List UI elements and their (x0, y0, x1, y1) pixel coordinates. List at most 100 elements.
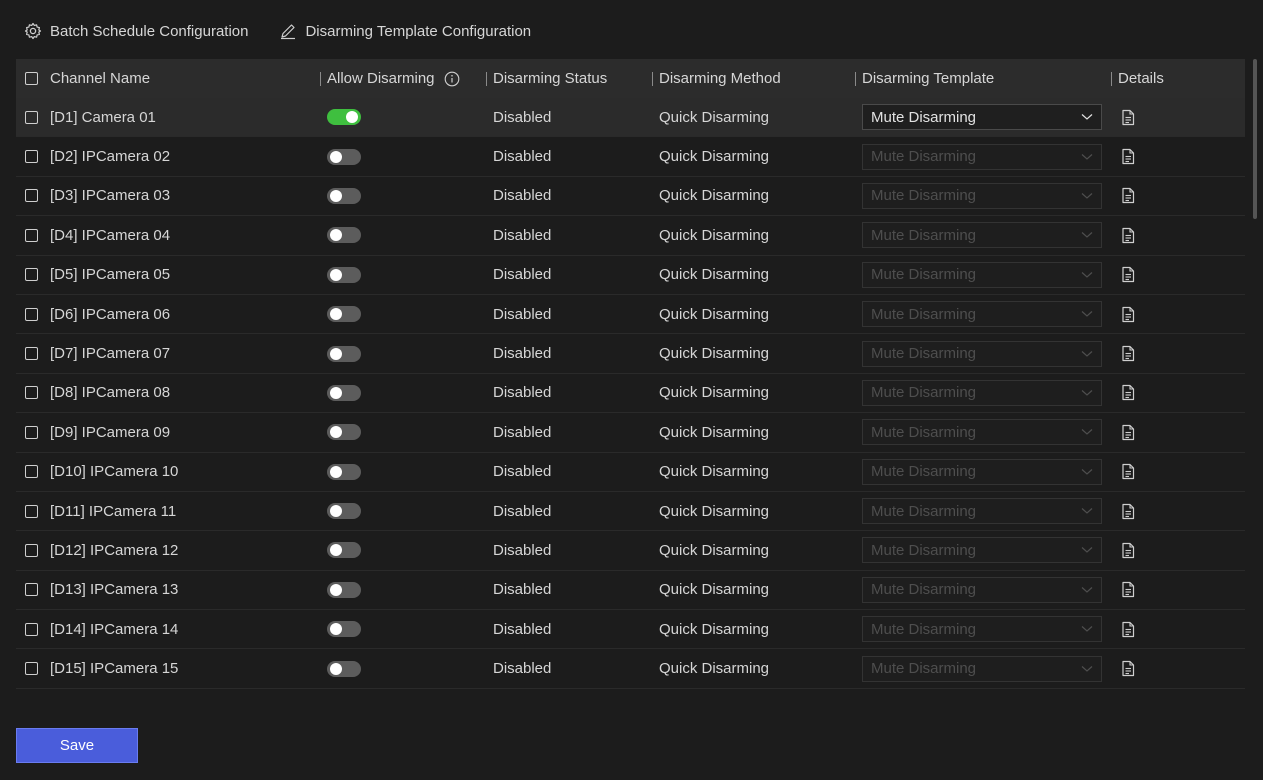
row-checkbox[interactable] (25, 504, 38, 518)
table-row[interactable]: [D8] IPCamera 08 Disabled Quick Disarming M… (16, 374, 1245, 414)
chevron-down-icon (1081, 153, 1093, 160)
row-checkbox[interactable] (25, 347, 38, 361)
chevron-down-icon (1081, 468, 1093, 475)
row-checkbox[interactable] (25, 465, 38, 479)
table-row[interactable]: [D3] IPCamera 03 Disabled Quick Disarming M… (16, 177, 1245, 217)
row-checkbox[interactable] (25, 425, 38, 439)
toggle-knob (330, 426, 342, 439)
allow-disarming-toggle[interactable] (327, 660, 361, 677)
channel-name: [D11] IPCamera 11 (50, 502, 177, 520)
disarming-template-select[interactable]: Mute Disarming (862, 104, 1102, 131)
details-icon[interactable] (1120, 345, 1136, 362)
channel-name: [D3] IPCamera 03 (50, 187, 171, 205)
allow-disarming-toggle[interactable] (327, 109, 361, 126)
channel-name: [D10] IPCamera 10 (50, 463, 179, 481)
channel-name: [D2] IPCamera 02 (50, 148, 171, 166)
table-row[interactable]: [D12] IPCamera 12 Disabled Quick Disarming… (16, 531, 1245, 571)
details-icon[interactable] (1120, 621, 1136, 638)
disarming-template-select: Mute Disarming (862, 340, 1102, 367)
chevron-down-icon (1081, 429, 1093, 436)
batch-schedule-configuration-button[interactable]: Batch Schedule Configuration (24, 22, 248, 40)
allow-disarming-toggle[interactable] (327, 503, 361, 520)
table-row[interactable]: [D15] IPCamera 15 Disabled Quick Disarming… (16, 649, 1245, 689)
toggle-knob (330, 623, 342, 636)
row-checkbox[interactable] (25, 622, 38, 636)
row-checkbox[interactable] (25, 150, 38, 164)
disarming-status: Disabled (493, 266, 552, 284)
header-details: Details (1118, 70, 1164, 87)
disarming-status: Disabled (493, 423, 552, 441)
row-checkbox[interactable] (25, 583, 38, 597)
row-checkbox[interactable] (25, 189, 38, 203)
details-icon[interactable] (1120, 581, 1136, 598)
table-row[interactable]: [D1] Camera 01 Disabled Quick Disarming Mut… (16, 98, 1245, 138)
chevron-down-icon (1081, 311, 1093, 317)
disarming-method: Quick Disarming (659, 423, 770, 441)
allow-disarming-toggle[interactable] (327, 542, 361, 559)
details-icon[interactable] (1120, 660, 1136, 677)
details-icon[interactable] (1120, 109, 1136, 126)
disarming-template-value: Mute Disarming (871, 660, 977, 678)
details-icon[interactable] (1120, 266, 1136, 283)
row-checkbox[interactable] (25, 307, 38, 321)
allow-disarming-toggle[interactable] (327, 266, 361, 283)
disarming-template-value: Mute Disarming (871, 148, 977, 166)
disarming-template-value: Mute Disarming (871, 226, 977, 244)
table-row[interactable]: [D10] IPCamera 10 Disabled Quick Disarming… (16, 453, 1245, 492)
toggle-knob (330, 150, 342, 163)
allow-disarming-toggle[interactable] (327, 227, 361, 244)
details-icon[interactable] (1120, 424, 1136, 441)
disarming-template-select: Mute Disarming (862, 498, 1102, 525)
toggle-knob (330, 347, 342, 360)
details-icon[interactable] (1120, 503, 1136, 520)
details-icon[interactable] (1120, 227, 1136, 244)
save-button[interactable]: Save (16, 728, 138, 763)
chevron-down-icon (1081, 114, 1093, 120)
table-row[interactable]: [D7] IPCamera 07 Disabled Quick Disarming M… (16, 334, 1245, 374)
details-icon[interactable] (1120, 463, 1136, 480)
allow-disarming-toggle[interactable] (327, 424, 361, 441)
channel-name: [D13] IPCamera 13 (50, 581, 179, 599)
allow-disarming-toggle[interactable] (327, 384, 361, 401)
table-row[interactable]: [D2] IPCamera 02 Disabled Quick Disarming M… (16, 137, 1245, 177)
details-icon[interactable] (1120, 148, 1136, 165)
disarming-method: Quick Disarming (659, 660, 770, 678)
chevron-down-icon (1081, 350, 1093, 357)
row-checkbox[interactable] (25, 386, 38, 400)
scrollbar[interactable] (1253, 59, 1257, 219)
row-checkbox[interactable] (25, 228, 38, 242)
disarming-template-value: Mute Disarming (871, 423, 977, 441)
select-all-checkbox[interactable] (25, 72, 38, 85)
allow-disarming-toggle[interactable] (327, 581, 361, 598)
details-icon[interactable] (1120, 384, 1136, 401)
row-checkbox[interactable] (25, 268, 38, 282)
allow-disarming-toggle[interactable] (327, 148, 361, 165)
details-icon[interactable] (1120, 542, 1136, 559)
allow-disarming-toggle[interactable] (327, 306, 361, 323)
table-row[interactable]: [D4] IPCamera 04 Disabled Quick Disarming M… (16, 216, 1245, 256)
chevron-down-icon (1081, 232, 1093, 239)
allow-disarming-toggle[interactable] (327, 621, 361, 638)
info-icon[interactable] (444, 71, 460, 87)
disarming-template-configuration-button[interactable]: Disarming Template Configuration (279, 22, 531, 40)
details-icon[interactable] (1120, 306, 1136, 323)
disarming-template-select: Mute Disarming (862, 458, 1102, 485)
disarming-template-select: Mute Disarming (862, 616, 1102, 643)
table-row[interactable]: [D11] IPCamera 11 Disabled Quick Disarming… (16, 492, 1245, 532)
details-icon[interactable] (1120, 187, 1136, 204)
disarming-status: Disabled (493, 345, 552, 363)
allow-disarming-toggle[interactable] (327, 463, 361, 480)
allow-disarming-toggle[interactable] (327, 345, 361, 362)
table-row[interactable]: [D13] IPCamera 13 Disabled Quick Disarming… (16, 571, 1245, 611)
table-row[interactable]: [D9] IPCamera 09 Disabled Quick Disarming M… (16, 413, 1245, 453)
row-checkbox[interactable] (25, 543, 38, 557)
allow-disarming-toggle[interactable] (327, 187, 361, 204)
row-checkbox[interactable] (25, 662, 38, 676)
header-disarming-template: Disarming Template (862, 70, 995, 87)
table-row[interactable]: [D14] IPCamera 14 Disabled Quick Disarming… (16, 610, 1245, 650)
row-checkbox[interactable] (25, 110, 38, 124)
disarming-method: Quick Disarming (659, 108, 770, 126)
table-row[interactable]: [D6] IPCamera 06 Disabled Quick Disarming M… (16, 295, 1245, 335)
table-row[interactable]: [D5] IPCamera 05 Disabled Quick Disarming M… (16, 256, 1245, 295)
disarming-status: Disabled (493, 502, 552, 520)
